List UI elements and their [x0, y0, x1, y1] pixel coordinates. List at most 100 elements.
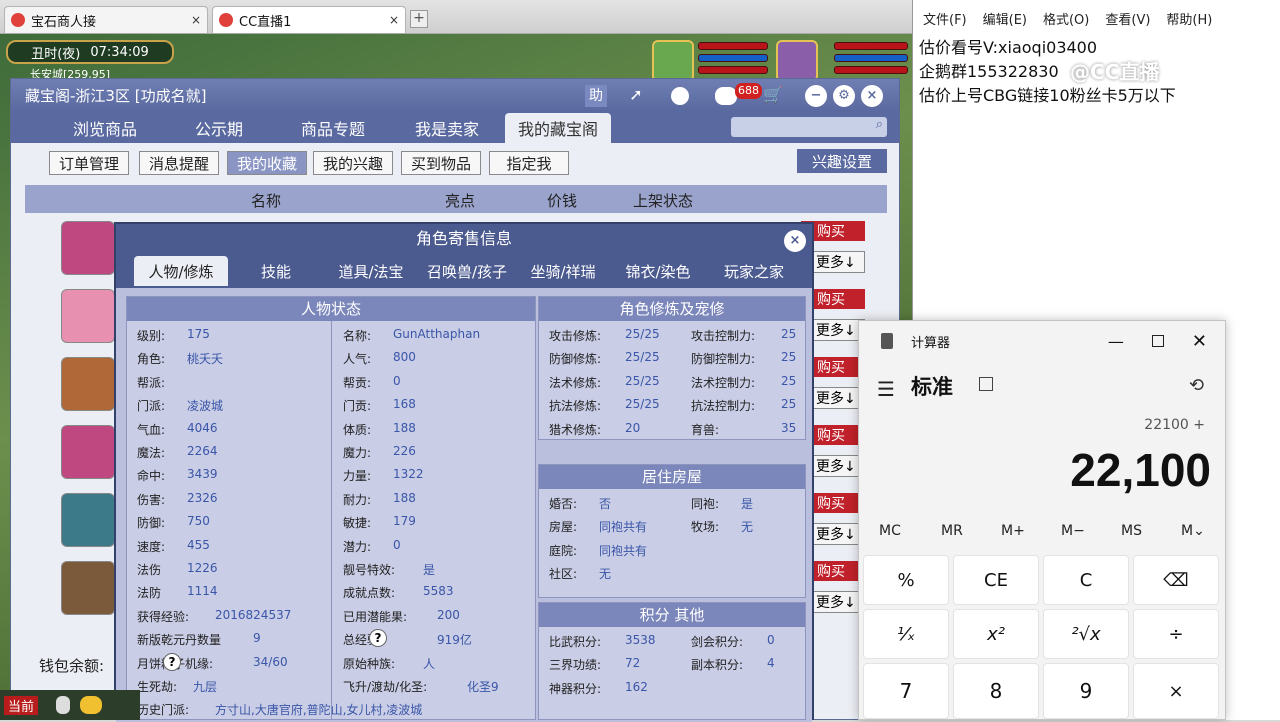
tab-seller[interactable]: 我是卖家	[397, 113, 497, 143]
menu-help[interactable]: 帮助(H)	[1166, 9, 1212, 28]
tab-pets[interactable]: 召唤兽/孩子	[420, 256, 514, 286]
settings-icon[interactable]: ⚙	[833, 85, 855, 107]
character-avatar[interactable]	[61, 289, 115, 343]
digit-8-key[interactable]: 8	[953, 663, 1039, 719]
player-avatar[interactable]	[776, 40, 818, 82]
character-avatar[interactable]	[61, 357, 115, 411]
menu-file[interactable]: 文件(F)	[923, 9, 967, 28]
tab-character[interactable]: 人物/修炼	[134, 256, 228, 286]
close-icon[interactable]: ×	[784, 230, 806, 252]
section-title: 居住房屋	[539, 465, 805, 489]
browser-tab-active[interactable]: CC直播1 ×	[212, 6, 406, 33]
close-icon[interactable]: ×	[191, 13, 201, 27]
pet-avatar[interactable]	[652, 40, 694, 82]
square-key[interactable]: x²	[953, 609, 1039, 659]
tab-public[interactable]: 公示期	[169, 113, 269, 143]
field-value: 200	[437, 607, 460, 622]
browser-tab[interactable]: 宝石商人接 ×	[4, 6, 208, 33]
share-icon[interactable]: ➚	[625, 85, 647, 107]
microphone-icon[interactable]	[56, 696, 70, 714]
tab-mounts[interactable]: 坐骑/祥瑞	[516, 256, 610, 286]
help-button[interactable]: 助	[585, 85, 607, 107]
popup-title: 角色寄售信息	[415, 229, 512, 248]
field-label: 命中:	[137, 469, 166, 484]
reciprocal-key[interactable]: ¹⁄ₓ	[863, 609, 949, 659]
menu-format[interactable]: 格式(O)	[1043, 9, 1089, 28]
interest-button[interactable]: 我的兴趣	[313, 151, 393, 175]
calculator-mode: 标准	[911, 375, 953, 399]
order-button[interactable]: 订单管理	[49, 151, 129, 175]
memory-subtract[interactable]: M−	[1061, 523, 1085, 539]
minimize-icon[interactable]: —	[1108, 332, 1124, 351]
field-value: 桃夭夭	[187, 352, 224, 367]
browser-tab-label: 宝石商人接	[31, 14, 97, 30]
close-button[interactable]: ×	[861, 85, 883, 107]
wallet-label: 钱包余额:	[39, 657, 105, 675]
percent-key[interactable]: %	[863, 555, 949, 605]
memory-store[interactable]: MS	[1121, 523, 1142, 539]
tab-topics[interactable]: 商品专题	[283, 113, 383, 143]
menu-edit[interactable]: 编辑(E)	[983, 9, 1027, 28]
field-value: 0	[767, 633, 775, 647]
tab-outfits[interactable]: 锦衣/染色	[612, 256, 704, 286]
field-label: 副本积分:	[691, 658, 744, 673]
chat-badge: 688	[735, 83, 762, 99]
clear-entry-key[interactable]: CE	[953, 555, 1039, 605]
help-icon[interactable]: ?	[369, 629, 387, 648]
tab-browse[interactable]: 浏览商品	[55, 113, 155, 143]
field-value: 750	[187, 514, 210, 529]
emote-icon[interactable]	[80, 696, 102, 714]
memory-recall[interactable]: MR	[941, 523, 963, 539]
maximize-icon[interactable]	[1151, 335, 1164, 347]
character-avatar[interactable]	[61, 425, 115, 479]
assigned-button[interactable]: 指定我	[489, 151, 569, 175]
field-value: 2264	[187, 444, 218, 458]
record-icon[interactable]	[671, 87, 689, 105]
weapon-icon[interactable]	[61, 493, 115, 547]
keep-on-top-icon[interactable]	[979, 377, 993, 391]
cart-icon[interactable]: 🛒	[763, 85, 783, 104]
memory-add[interactable]: M+	[1001, 523, 1025, 539]
field-value: 188	[393, 420, 416, 435]
favorites-button[interactable]: 我的收藏	[227, 151, 307, 175]
interest-settings-button[interactable]: 兴趣设置	[797, 149, 887, 173]
tab-skills[interactable]: 技能	[230, 256, 322, 286]
search-input[interactable]: ⌕	[731, 117, 887, 137]
field-label: 剑会积分:	[691, 635, 744, 649]
field-value: 1114	[187, 584, 218, 599]
digit-9-key[interactable]: 9	[1043, 663, 1129, 719]
clear-key[interactable]: C	[1043, 555, 1129, 605]
field-label: 三界功绩:	[549, 658, 602, 673]
character-avatar[interactable]	[61, 221, 115, 275]
menu-view[interactable]: 查看(V)	[1105, 9, 1150, 28]
memory-list[interactable]: M⌄	[1181, 523, 1205, 539]
bought-button[interactable]: 买到物品	[401, 151, 481, 175]
minimize-button[interactable]: −	[805, 85, 827, 107]
weapon-icon[interactable]	[61, 561, 115, 615]
sqrt-key[interactable]: ²√x	[1043, 609, 1129, 659]
divide-key[interactable]: ÷	[1133, 609, 1219, 659]
tab-my-cbg[interactable]: 我的藏宝阁	[505, 113, 611, 143]
backspace-key[interactable]: ⌫	[1133, 555, 1219, 605]
channel-current[interactable]: 当前	[4, 696, 39, 715]
search-icon[interactable]: ⌕	[876, 117, 883, 132]
tab-items[interactable]: 道具/法宝	[324, 256, 418, 286]
digit-7-key[interactable]: 7	[863, 663, 949, 719]
field-label: 靓号特效:	[343, 563, 396, 577]
field-value: 25/25	[625, 350, 660, 365]
field-label: 防御控制力:	[691, 352, 756, 367]
message-button[interactable]: 消息提醒	[139, 151, 219, 175]
memory-clear[interactable]: MC	[879, 523, 901, 539]
chat-icon[interactable]	[715, 87, 737, 105]
field-value: 179	[393, 514, 416, 529]
multiply-key[interactable]: ×	[1133, 663, 1219, 719]
notepad-line[interactable]: 估价上号CBG链接10粉丝卡5万以下	[913, 84, 1280, 108]
history-icon[interactable]: ⟲	[1189, 375, 1204, 396]
close-icon[interactable]: ×	[389, 13, 399, 27]
new-tab-button[interactable]: +	[410, 10, 428, 28]
calculator-title: 计算器	[911, 335, 951, 351]
tab-home[interactable]: 玩家之家	[706, 256, 802, 286]
close-icon[interactable]: ✕	[1192, 331, 1207, 352]
hamburger-icon[interactable]: ☰	[877, 377, 895, 401]
help-icon[interactable]: ?	[163, 652, 181, 671]
